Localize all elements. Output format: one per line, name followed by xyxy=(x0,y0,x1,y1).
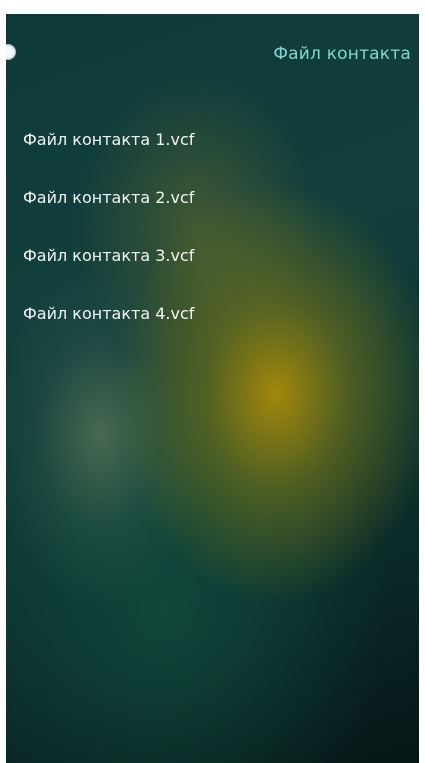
indicator-dot-icon xyxy=(6,44,16,60)
contact-file-screen: Файл контакта Файл контакта 1.vcf Файл к… xyxy=(6,14,419,763)
list-item-file-2[interactable]: Файл контакта 2.vcf xyxy=(6,168,419,226)
list-item-file-4[interactable]: Файл контакта 4.vcf xyxy=(6,284,419,342)
page-title: Файл контакта xyxy=(273,44,411,64)
list-item-file-3[interactable]: Файл контакта 3.vcf xyxy=(6,226,419,284)
list-item-file-1[interactable]: Файл контакта 1.vcf xyxy=(6,110,419,168)
file-list: Файл контакта 1.vcf Файл контакта 2.vcf … xyxy=(6,110,419,342)
